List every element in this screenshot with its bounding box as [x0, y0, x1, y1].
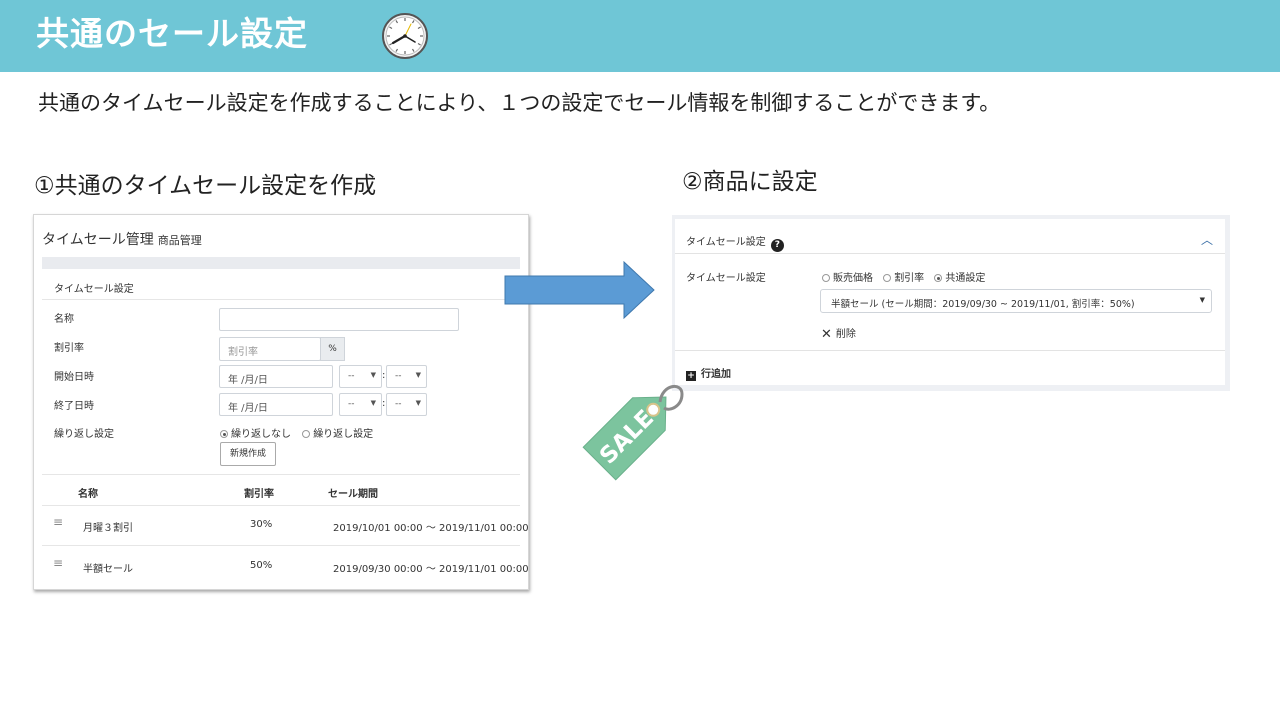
chevron-down-icon: ▼	[1199, 296, 1205, 304]
option-common-setting-label: 共通設定	[945, 273, 986, 284]
row-name: 半額セール	[83, 564, 133, 575]
row-rate: 30%	[250, 519, 273, 530]
timesale-admin-panel: タイムセール管理 商品管理 タイムセール設定 名称 割引率 割引率 % 開始日時 …	[33, 214, 529, 590]
timesale-field-label: タイムセール設定	[686, 273, 766, 284]
row-period: 2019/09/30 00:00 ～ 2019/11/01 00:00	[333, 564, 529, 575]
divider	[675, 350, 1225, 351]
radio-checked-icon	[220, 430, 228, 438]
admin-divider-bar	[42, 257, 520, 269]
divider	[42, 545, 520, 546]
divider	[675, 253, 1225, 254]
name-label: 名称	[54, 314, 74, 325]
time-colon: :	[382, 370, 386, 381]
rate-label: 割引率	[54, 343, 84, 354]
slide-title: 共通のセール設定	[36, 14, 308, 53]
repeat-label: 繰り返し設定	[54, 429, 114, 440]
common-setting-select[interactable]: 半額セール (セール期間：2019/09/30 ~ 2019/11/01, 割引…	[820, 289, 1212, 313]
drag-handle-icon[interactable]: ≡	[53, 556, 63, 570]
timesale-radio-group: 販売価格 割引率 共通設定	[822, 269, 992, 284]
arrow-right-icon	[504, 261, 655, 319]
delete-button[interactable]: ✕ 削除	[821, 325, 856, 342]
close-icon: ✕	[821, 327, 832, 342]
repeat-radio-group: 繰り返しなし 繰り返し設定	[220, 425, 373, 440]
start-minute-select[interactable]: -- ▼	[386, 365, 427, 388]
chevron-down-icon: ▼	[370, 371, 376, 379]
row-period: 2019/10/01 00:00 ～ 2019/11/01 00:00	[333, 523, 529, 534]
col-header-rate: 割引率	[244, 489, 274, 500]
product-timesale-panel: タイムセール設定? ︿ タイムセール設定 販売価格 割引率 共通設定 半額セール…	[672, 215, 1230, 391]
repeat-none-label: 繰り返しなし	[231, 429, 291, 440]
name-input[interactable]	[219, 308, 459, 331]
lead-text: 共通のタイムセール設定を作成することにより、１つの設定でセール情報を制御すること…	[38, 91, 1001, 115]
start-hour-select[interactable]: -- ▼	[339, 365, 382, 388]
clock-icon	[382, 13, 428, 59]
option-sale-price[interactable]: 販売価格	[822, 273, 873, 284]
start-minute-value: --	[395, 371, 402, 381]
product-card-header: タイムセール設定?	[686, 233, 784, 252]
chevron-down-icon: ▼	[415, 399, 421, 407]
end-label: 終了日時	[54, 401, 94, 412]
start-label: 開始日時	[54, 372, 94, 383]
end-date-input[interactable]: 年 /月/日	[219, 393, 333, 416]
rate-input[interactable]: 割引率	[219, 337, 321, 361]
radio-unchecked-icon	[883, 274, 892, 282]
row-rate: 50%	[250, 560, 273, 571]
end-minute-select[interactable]: -- ▼	[386, 393, 427, 416]
help-icon[interactable]: ?	[770, 239, 784, 252]
divider	[42, 505, 520, 506]
chevron-up-icon[interactable]: ︿	[1201, 231, 1213, 248]
admin-section-title: タイムセール設定	[54, 284, 134, 295]
repeat-set-option[interactable]: 繰り返し設定	[302, 429, 373, 440]
option-discount-rate-label: 割引率	[894, 273, 925, 284]
create-button[interactable]: 新規作成	[220, 442, 276, 466]
common-setting-value: 半額セール (セール期間：2019/09/30 ~ 2019/11/01, 割引…	[831, 299, 1135, 310]
drag-handle-icon[interactable]: ≡	[53, 515, 63, 529]
start-hour-value: --	[348, 371, 355, 381]
end-hour-select[interactable]: -- ▼	[339, 393, 382, 416]
radio-unchecked-icon	[822, 274, 830, 282]
repeat-none-option[interactable]: 繰り返しなし	[220, 429, 291, 440]
row-name: 月曜３割引	[83, 523, 133, 534]
admin-subtitle: 商品管理	[157, 234, 202, 247]
option-common-setting[interactable]: 共通設定	[934, 273, 985, 284]
divider	[42, 474, 520, 475]
option-sale-price-label: 販売価格	[833, 273, 873, 284]
add-row-button[interactable]: + 行追加	[686, 365, 731, 381]
divider	[42, 299, 520, 300]
delete-label: 削除	[835, 329, 856, 340]
option-discount-rate[interactable]: 割引率	[883, 273, 924, 284]
admin-title-text: タイムセール管理	[42, 232, 154, 248]
radio-checked-icon	[934, 274, 943, 282]
product-card-title: タイムセール設定	[686, 237, 766, 248]
time-colon: :	[382, 398, 386, 409]
end-minute-value: --	[395, 399, 402, 409]
start-date-input[interactable]: 年 /月/日	[219, 365, 333, 388]
col-header-period: セール期間	[328, 489, 378, 500]
sale-tag-icon: SALE	[582, 385, 684, 481]
add-row-label: 行追加	[701, 369, 731, 380]
product-card: タイムセール設定? ︿ タイムセール設定 販売価格 割引率 共通設定 半額セール…	[675, 219, 1225, 385]
col-header-name: 名称	[78, 489, 98, 500]
end-hour-value: --	[348, 399, 355, 409]
chevron-down-icon: ▼	[415, 371, 421, 379]
step2-heading: ②商品に設定	[682, 169, 818, 195]
rate-unit: %	[320, 337, 345, 361]
chevron-down-icon: ▼	[370, 399, 376, 407]
admin-title: タイムセール管理 商品管理	[42, 229, 202, 249]
radio-unchecked-icon	[302, 430, 311, 438]
step1-heading: ①共通のタイムセール設定を作成	[34, 173, 377, 199]
repeat-set-label: 繰り返し設定	[313, 429, 374, 440]
